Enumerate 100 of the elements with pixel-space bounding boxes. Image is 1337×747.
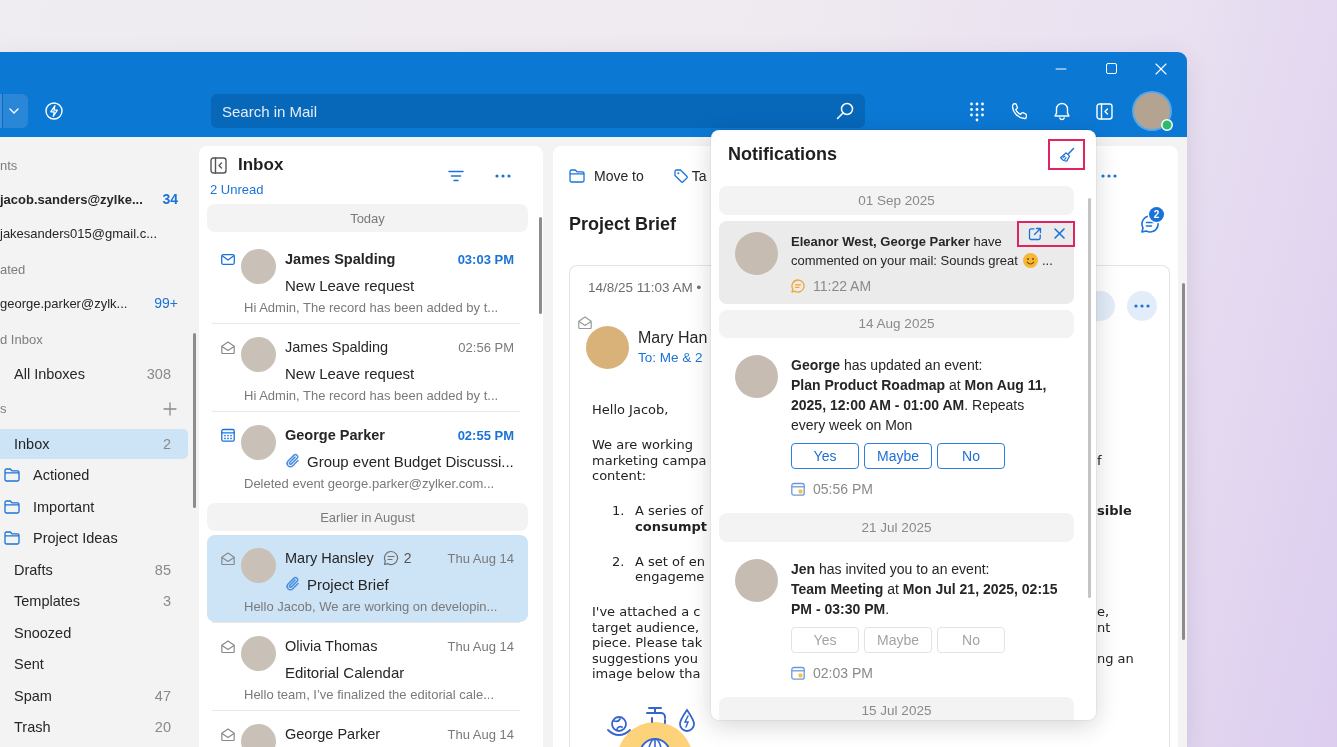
email-text: We are working	[592, 437, 693, 452]
mail-preview: Deleted event george.parker@zylker.com...	[243, 475, 496, 491]
sender-name: Olivia Thomas	[285, 638, 378, 654]
external-link-icon[interactable]	[1028, 226, 1042, 241]
search-field[interactable]: Search in Mail	[211, 94, 865, 128]
mail-subject: New Leave request	[285, 364, 415, 382]
mail-item[interactable]: James Spalding 02:56 PM New Leave request Hi Admin, The record has been added by t...	[207, 324, 528, 411]
profile-avatar[interactable]	[1133, 93, 1170, 129]
account-item[interactable]: jakesanders015@gmail.c...	[0, 216, 188, 250]
response-button[interactable]: Maybe	[864, 443, 932, 469]
folder-icon	[4, 499, 20, 514]
phone-icon[interactable]	[1010, 101, 1029, 121]
more-icon	[1134, 304, 1150, 308]
folder-item[interactable]: All Inboxes 308	[0, 359, 188, 390]
avatar	[586, 326, 629, 369]
scrollbar[interactable]	[1182, 283, 1185, 640]
mail-time: Thu Aug 14	[447, 550, 514, 566]
comment-count: 2	[403, 550, 412, 566]
response-button[interactable]: No	[937, 443, 1005, 469]
account-item[interactable]: george.parker@zylk... 99+	[0, 286, 188, 320]
sender-name: Mary Han	[638, 328, 708, 348]
mail-item[interactable]: George Parker Thu Aug 14	[207, 711, 528, 747]
filter-icon[interactable]	[448, 169, 464, 182]
search-icon[interactable]	[836, 102, 854, 120]
sender-name: James Spalding	[285, 339, 389, 355]
more-icon[interactable]	[1101, 174, 1117, 178]
recipients-link[interactable]: To: Me & 2	[638, 349, 708, 367]
tag-button[interactable]: Ta	[673, 168, 707, 184]
email-text: Hello Jacob,	[592, 402, 669, 417]
bell-icon[interactable]	[1053, 101, 1071, 121]
folder-item[interactable]: Drafts 85	[0, 554, 188, 585]
mail-time: Thu Aug 14	[447, 638, 514, 654]
email-text: A set of en	[635, 553, 705, 569]
comment-count: 2	[1149, 207, 1164, 222]
folder-item[interactable]: Inbox 2	[0, 428, 188, 459]
clear-all-button[interactable]	[1048, 139, 1085, 170]
avatar	[241, 425, 276, 460]
mail-time: 02:55 PM	[457, 427, 514, 443]
maximize-icon[interactable]	[1105, 63, 1117, 74]
notification-time: 05:56 PM	[813, 481, 873, 497]
section-label: s	[0, 401, 7, 416]
folder-icon	[4, 531, 20, 546]
list-number: 1.	[612, 503, 625, 518]
mail-subject: Group event Budget Discussi...	[307, 452, 514, 470]
folder-item[interactable]: Sent	[0, 649, 188, 680]
unread-summary[interactable]: 2 Unread	[210, 182, 284, 198]
broom-icon	[1058, 146, 1075, 163]
avatar	[735, 558, 778, 602]
avatar	[241, 636, 276, 671]
mail-item[interactable]: George Parker 02:55 PM Group event Budget Discussi... Deleted event george.parker@zylker.com...	[207, 412, 528, 499]
mail-preview: Hello Jacob, We are working on developin...	[243, 598, 499, 614]
scrollbar[interactable]	[1088, 198, 1091, 598]
email-text: sible	[1097, 503, 1132, 519]
scrollbar[interactable]	[193, 333, 196, 508]
avatar	[735, 355, 778, 398]
email-text: suggestions you	[592, 650, 698, 666]
group-header: Earlier in August	[207, 503, 528, 531]
dialpad-icon[interactable]	[969, 100, 985, 122]
notification-item[interactable]: George has updated an event: Plan Product Roadmap at Mon Aug 11, 2025, 12:00 AM - 01:00 AM. Repeats every week on Mon Yes Maybe No 05:56 PM	[719, 344, 1074, 507]
folder-item[interactable]: Snoozed	[0, 617, 188, 648]
mail-preview: Hello team, I’ve finalized the editorial cale...	[243, 686, 495, 702]
mail-subject: Project Brief	[307, 575, 389, 593]
mail-item[interactable]: Olivia Thomas Thu Aug 14 Editorial Calendar Hello team, I’ve finalized the editorial cale...	[207, 623, 528, 710]
account-item[interactable]: jacob.sanders@zylke... 34	[0, 182, 188, 216]
folder-item[interactable]: Spam 47	[0, 680, 188, 711]
email-text: target audience,	[592, 619, 700, 635]
mail-item[interactable]: James Spalding 03:03 PM New Leave request Hi Admin, The record has been added by t...	[207, 236, 528, 323]
unread-count: 99+	[154, 295, 178, 311]
response-button[interactable]: Yes	[791, 443, 859, 469]
calendar-icon	[791, 482, 805, 496]
date-separator: 21 Jul 2025	[719, 513, 1074, 542]
notification-text: Jen has invited you to an event: Team Meeting at Mon Jul 21, 2025, 02:15 PM - 03:30 PM.	[791, 559, 1059, 619]
date-separator: 01 Sep 2025	[719, 186, 1074, 215]
comment-icon	[791, 278, 805, 293]
folder-item[interactable]: Project Ideas	[0, 523, 188, 554]
folder-item[interactable]: Actioned	[0, 460, 188, 491]
date-separator: 14 Aug 2025	[719, 309, 1074, 338]
folder-item[interactable]: Important	[0, 491, 188, 522]
lightning-icon[interactable]	[45, 102, 63, 120]
mail-item[interactable]: Mary Hansley 2 Thu Aug 14 Project Brief Hello Jacob, We are working on developin...	[207, 535, 528, 622]
folder-item[interactable]: Templates 3	[0, 586, 188, 617]
scrollbar[interactable]	[539, 217, 542, 314]
section-label: d Inbox	[0, 331, 43, 347]
notification-item[interactable]: Eleanor West, George Parker have commented on your mail: Sounds great ... 11:22 AM	[719, 220, 1074, 304]
dropdown-button[interactable]	[0, 94, 28, 128]
item-count: 20	[154, 719, 171, 736]
folder-title: Inbox	[238, 155, 284, 175]
close-icon[interactable]	[1054, 228, 1065, 239]
move-to-button[interactable]: Move to	[569, 168, 644, 184]
message-date: 14/8/25 11:03 AM •	[588, 279, 702, 297]
email-text: nt	[1097, 619, 1111, 635]
item-count: 85	[154, 561, 171, 578]
folder-item[interactable]: Trash 20	[0, 712, 188, 743]
side-panel-icon[interactable]	[210, 156, 227, 174]
calendar-icon	[791, 665, 805, 680]
avatar	[241, 249, 276, 284]
more-icon[interactable]	[495, 173, 511, 178]
sender-name: Mary Hansley	[285, 550, 374, 566]
email-text: content:	[592, 468, 647, 483]
list-number: 2.	[612, 553, 625, 569]
